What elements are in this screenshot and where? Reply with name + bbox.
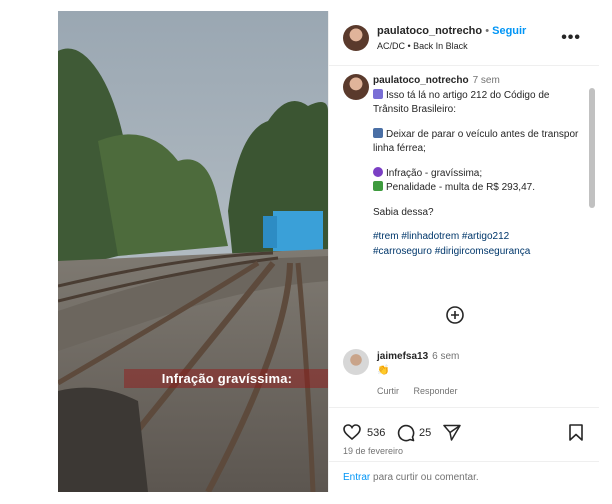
comment-actions: Curtir Responder	[377, 386, 470, 396]
add-comments-icon[interactable]	[446, 306, 464, 324]
caption-line: Penalidade - multa de R$ 293,47.	[373, 181, 585, 196]
likes-count[interactable]: 536	[367, 427, 385, 439]
books-icon	[373, 88, 383, 99]
avatar[interactable]	[343, 74, 369, 100]
heart-icon[interactable]	[343, 424, 361, 440]
share-icon[interactable]	[443, 424, 461, 441]
railway-photo	[58, 11, 328, 492]
comments-section: paulatoco_notrecho 7 sem Isso tá lá no ar…	[329, 66, 599, 407]
purple-circle-icon	[373, 166, 383, 177]
comments-count[interactable]: 25	[419, 427, 431, 439]
comment-prompt-text: para curtir ou comentar.	[373, 472, 479, 483]
like-comment-button[interactable]: Curtir	[377, 386, 399, 396]
phone-icon	[373, 127, 383, 138]
login-link[interactable]: Entrar	[343, 472, 370, 483]
comment-icon[interactable]	[397, 424, 415, 442]
hashtags[interactable]: #carroseguro #dirigircomsegurança	[373, 245, 585, 260]
reply-button[interactable]: Responder	[414, 386, 458, 396]
audio-track[interactable]: AC/DC • Back In Black	[377, 41, 468, 51]
post-side-panel: paulatoco_notrecho • Seguir AC/DC • Back…	[328, 11, 599, 492]
username-link[interactable]: paulatoco_notrecho	[377, 25, 482, 37]
comment-header: jaimefsa13 6 sem	[377, 351, 459, 362]
avatar[interactable]	[343, 349, 369, 375]
post-actions: 536 25 19 de fevereiro	[329, 407, 599, 460]
more-options-icon[interactable]: •••	[561, 29, 581, 47]
post-header: paulatoco_notrecho • Seguir AC/DC • Back…	[329, 11, 599, 66]
video-overlay-text: Infração gravíssima:	[124, 369, 328, 388]
avatar[interactable]	[343, 25, 369, 51]
comment-prompt: Entrar para curtir ou comentar.	[343, 472, 479, 483]
scrollbar[interactable]	[589, 70, 595, 400]
comment-username[interactable]: jaimefsa13	[377, 351, 428, 362]
caption-line: Isso tá lá no artigo 212 do Código de Tr…	[373, 88, 550, 115]
hashtags[interactable]: #trem #linhadotrem #artigo212	[373, 230, 585, 245]
comment-time: 6 sem	[432, 351, 460, 362]
caption-line: Infração - gravíssima;	[373, 166, 585, 182]
caption-username[interactable]: paulatoco_notrecho	[373, 75, 469, 86]
comment-box: Entrar para curtir ou comentar.	[329, 461, 599, 493]
post-media[interactable]: Infração gravíssima:	[58, 11, 328, 492]
scroll-thumb[interactable]	[589, 88, 595, 208]
follow-button[interactable]: Seguir	[492, 25, 526, 37]
caption-line: Sabia dessa?	[373, 206, 434, 218]
bookmark-icon[interactable]	[569, 424, 583, 441]
separator-dot: •	[485, 25, 490, 37]
post-caption: paulatoco_notrecho 7 sem Isso tá lá no ar…	[373, 74, 585, 259]
caption-time: 7 sem	[472, 75, 500, 86]
post-author: paulatoco_notrecho • Seguir	[377, 25, 526, 37]
caption-line: Deixar de parar o veículo antes de trans…	[373, 127, 579, 154]
money-icon	[373, 181, 383, 191]
post-date: 19 de fevereiro	[343, 446, 404, 456]
comment-text: 👏	[377, 365, 390, 376]
